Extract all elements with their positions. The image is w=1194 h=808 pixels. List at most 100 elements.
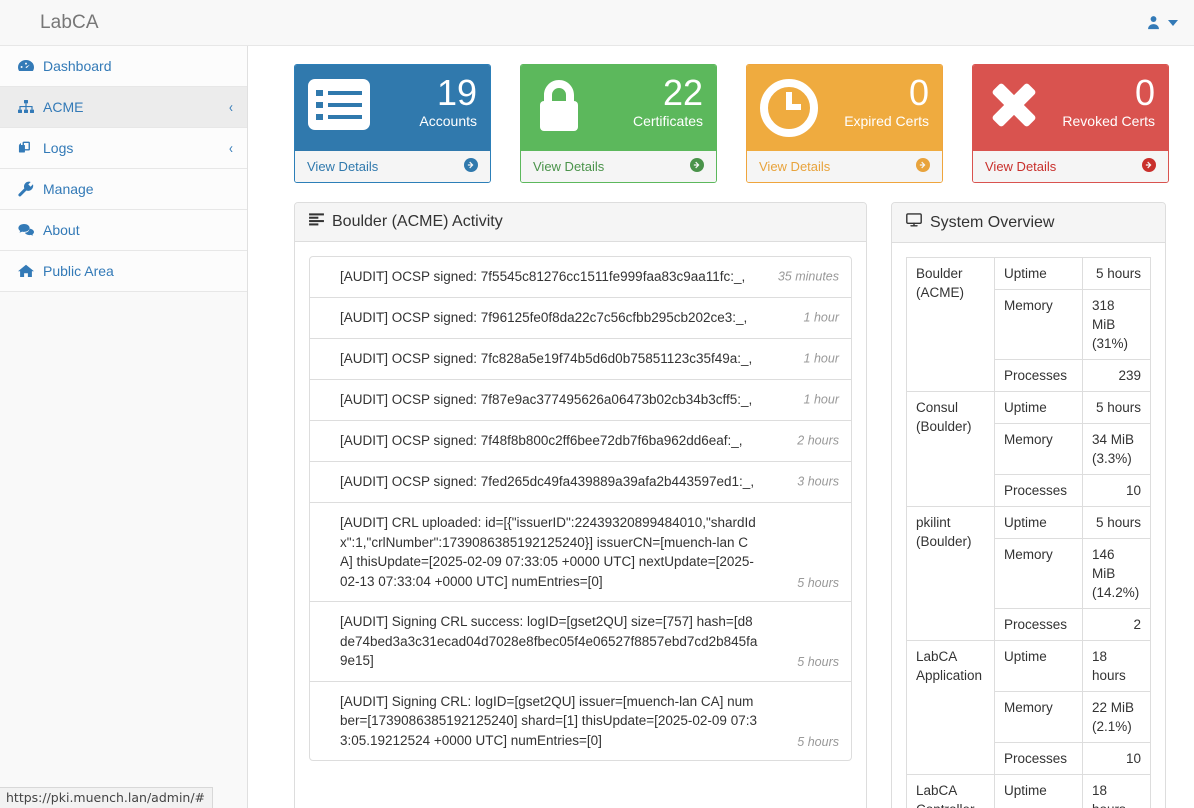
system-metric-value: 18 hours xyxy=(1082,774,1151,808)
stat-card-value: 19 xyxy=(436,72,477,113)
arrow-circle-right-icon xyxy=(690,158,704,175)
user-menu[interactable] xyxy=(1146,15,1194,30)
stat-card-label: Accounts xyxy=(419,113,477,129)
system-metric-value: 318 MiB (31%) xyxy=(1082,289,1151,360)
stat-card-body: 19 Accounts xyxy=(295,65,490,151)
table-row: LabCA Controller Uptime 18 hours xyxy=(906,774,1151,808)
system-metric-key: Uptime xyxy=(994,257,1083,290)
stat-card-figures: 22 Certificates xyxy=(633,74,703,131)
stat-card-certificates[interactable]: 22 Certificates View Details xyxy=(520,64,717,183)
list-item[interactable]: [AUDIT] Signing CRL: logID=[gset2QU] iss… xyxy=(310,682,851,761)
stat-card-expired-certs[interactable]: 0 Expired Certs View Details xyxy=(746,64,943,183)
main-content: 19 Accounts View Details 22 Certificates… xyxy=(248,46,1194,808)
system-metric-key: Uptime xyxy=(994,774,1083,808)
system-metric-key: Memory xyxy=(994,538,1083,609)
system-group-name: pkilint (Boulder) xyxy=(906,506,995,641)
system-metric-key: Uptime xyxy=(994,506,1083,539)
system-group-name: LabCA Controller xyxy=(906,774,995,808)
stat-card-body: 0 Revoked Certs xyxy=(973,65,1168,151)
list-item[interactable]: [AUDIT] OCSP signed: 7f48f8b800c2ff6bee7… xyxy=(310,421,851,462)
stat-cards: 19 Accounts View Details 22 Certificates… xyxy=(294,64,1170,183)
chevron-down-icon[interactable] xyxy=(1168,19,1178,26)
chevron-left-icon[interactable]: ‹ xyxy=(229,141,233,156)
list-item[interactable]: [AUDIT] CRL uploaded: id=[{"issuerID":22… xyxy=(310,503,851,602)
sidebar-item-public-area[interactable]: Public Area xyxy=(0,251,247,292)
list-alt-icon xyxy=(308,74,370,133)
view-details-label: View Details xyxy=(533,159,605,174)
sidebar: Dashboard ACME ‹ Logs ‹ Manage About Pub… xyxy=(0,46,248,808)
sidebar-item-acme[interactable]: ACME ‹ xyxy=(0,87,247,128)
stat-card-body: 22 Certificates xyxy=(521,65,716,151)
list-item[interactable]: [AUDIT] Signing CRL success: logID=[gset… xyxy=(310,602,851,682)
sidebar-item-label: Logs xyxy=(43,140,74,156)
sidebar-item-dashboard[interactable]: Dashboard xyxy=(0,46,247,87)
arrow-circle-right-icon xyxy=(916,158,930,175)
list-item[interactable]: [AUDIT] OCSP signed: 7fc828a5e19f74b5d6d… xyxy=(310,339,851,380)
stat-card-revoked-certs[interactable]: 0 Revoked Certs View Details xyxy=(972,64,1169,183)
user-icon[interactable] xyxy=(1146,15,1161,30)
th-list-icon xyxy=(309,213,324,231)
times-icon xyxy=(986,74,1042,134)
activity-age: 5 hours xyxy=(797,575,839,590)
system-metric-key: Processes xyxy=(994,742,1083,775)
chevron-left-icon[interactable]: ‹ xyxy=(229,100,233,115)
system-group-name: LabCA Application xyxy=(906,640,995,775)
sidebar-item-label: Public Area xyxy=(43,263,114,279)
list-item[interactable]: [AUDIT] OCSP signed: 7f87e9ac377495626a0… xyxy=(310,380,851,421)
stat-card-body: 0 Expired Certs xyxy=(747,65,942,151)
brand-title[interactable]: LabCA xyxy=(0,0,99,45)
stat-card-label: Certificates xyxy=(632,113,703,129)
system-metric-key: Processes xyxy=(994,359,1083,392)
list-item[interactable]: [AUDIT] OCSP signed: 7f96125fe0f8da22c7c… xyxy=(310,298,851,339)
system-metric-value: 5 hours xyxy=(1082,257,1151,290)
activity-message: [AUDIT] OCSP signed: 7f48f8b800c2ff6bee7… xyxy=(340,433,743,448)
stat-card-accounts[interactable]: 19 Accounts View Details xyxy=(294,64,491,183)
activity-panel-body: [AUDIT] OCSP signed: 7f5545c81276cc1511f… xyxy=(295,242,866,775)
table-row: LabCA Application Uptime 18 hours xyxy=(906,640,1151,775)
page-root: LabCA Dashboard ACME ‹ Logs ‹ Manage Abo… xyxy=(0,0,1194,808)
sidebar-item-logs[interactable]: Logs ‹ xyxy=(0,128,247,169)
system-metric-key: Processes xyxy=(994,608,1083,641)
sidebar-item-manage[interactable]: Manage xyxy=(0,169,247,210)
sidebar-item-label: ACME xyxy=(43,99,84,115)
activity-message: [AUDIT] OCSP signed: 7f87e9ac377495626a0… xyxy=(340,392,753,407)
system-metric-value: 10 xyxy=(1082,474,1151,507)
sidebar-item-label: Manage xyxy=(43,181,94,197)
activity-message: [AUDIT] OCSP signed: 7fed265dc49fa439889… xyxy=(340,474,755,489)
system-metric-value: 22 MiB (2.1%) xyxy=(1082,691,1151,743)
activity-message: [AUDIT] CRL uploaded: id=[{"issuerID":22… xyxy=(340,515,756,589)
activity-message: [AUDIT] OCSP signed: 7fc828a5e19f74b5d6d… xyxy=(340,351,753,366)
system-table: Boulder (ACME) Uptime 5 hours Memory 318… xyxy=(906,257,1151,808)
activity-message: [AUDIT] Signing CRL success: logID=[gset… xyxy=(340,614,758,668)
system-panel-body: Boulder (ACME) Uptime 5 hours Memory 318… xyxy=(892,243,1165,808)
activity-message: [AUDIT] Signing CRL: logID=[gset2QU] iss… xyxy=(340,693,757,748)
list-item[interactable]: [AUDIT] OCSP signed: 7f5545c81276cc1511f… xyxy=(310,257,851,298)
system-group-name: Boulder (ACME) xyxy=(906,257,995,392)
activity-age: 5 hours xyxy=(797,734,839,749)
stat-card-value: 22 xyxy=(662,72,703,113)
view-details-link[interactable]: View Details xyxy=(747,151,942,182)
view-details-link[interactable]: View Details xyxy=(295,151,490,182)
activity-age: 2 hours xyxy=(797,433,839,448)
system-metric-key: Memory xyxy=(994,691,1083,743)
system-metric-value: 5 hours xyxy=(1082,506,1151,539)
system-metric-value: 239 xyxy=(1082,359,1151,392)
view-details-label: View Details xyxy=(985,159,1057,174)
activity-panel-title: Boulder (ACME) Activity xyxy=(332,213,503,230)
system-metric-key: Memory xyxy=(994,423,1083,475)
desktop-icon xyxy=(906,213,922,232)
system-metric-value: 18 hours xyxy=(1082,640,1151,692)
panels-row: Boulder (ACME) Activity [AUDIT] OCSP sig… xyxy=(294,202,1170,808)
arrow-circle-right-icon xyxy=(1142,158,1156,175)
list-item[interactable]: [AUDIT] OCSP signed: 7fed265dc49fa439889… xyxy=(310,462,851,503)
view-details-link[interactable]: View Details xyxy=(521,151,716,182)
system-panel-title: System Overview xyxy=(930,213,1055,231)
sidebar-item-about[interactable]: About xyxy=(0,210,247,251)
system-overview-panel: System Overview Boulder (ACME) Uptime 5 … xyxy=(891,202,1166,808)
home-icon xyxy=(16,264,35,278)
view-details-link[interactable]: View Details xyxy=(973,151,1168,182)
activity-age: 1 hour xyxy=(803,310,839,325)
system-metric-value: 146 MiB (14.2%) xyxy=(1082,538,1151,609)
activity-list: [AUDIT] OCSP signed: 7f5545c81276cc1511f… xyxy=(309,256,852,761)
top-navbar: LabCA xyxy=(0,0,1194,46)
